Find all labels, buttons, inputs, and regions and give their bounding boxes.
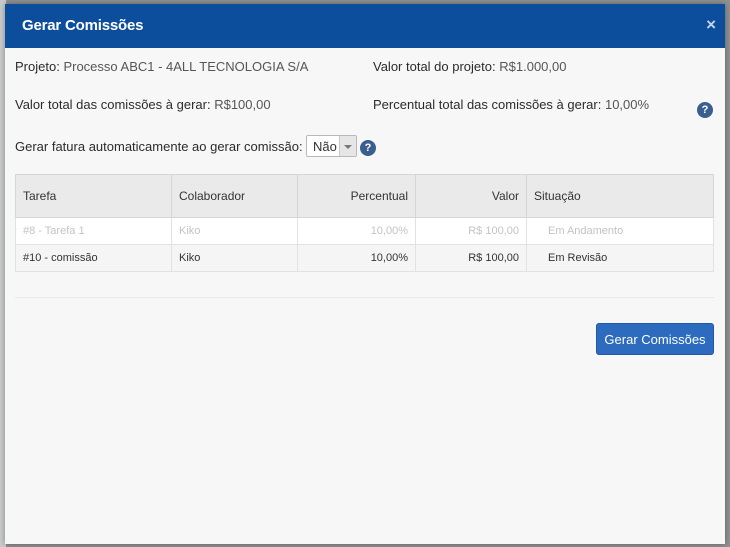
fatura-label: Gerar fatura automaticamente ao gerar co… <box>15 139 303 154</box>
projeto-info: Projeto: Processo ABC1 - 4ALL TECNOLOGIA… <box>15 59 308 74</box>
fatura-label-text: Gerar fatura automaticamente ao gerar co… <box>15 139 303 154</box>
cell-tarefa: #10 - comissão <box>15 244 172 272</box>
valor-comissoes-info: Valor total das comissões à gerar: R$100… <box>15 97 271 112</box>
valor-total-info: Valor total do projeto: R$1.000,00 <box>373 59 566 74</box>
percentual-value: 10,00% <box>604 97 650 112</box>
cell-valor: R$ 100,00 <box>415 217 527 245</box>
gerar-comissoes-button[interactable]: Gerar Comissões <box>596 323 714 355</box>
table-row: #8 - Tarefa 1 Kiko 10,00% R$ 100,00 Em A… <box>15 217 714 245</box>
valor-total-label: Valor total do projeto: <box>373 59 496 74</box>
fatura-select[interactable]: Não <box>306 135 357 157</box>
projeto-value: Processo ABC1 - 4ALL TECNOLOGIA S/A <box>63 59 309 74</box>
cell-situacao: Em Revisão <box>526 244 714 272</box>
gerar-comissoes-modal: Gerar Comissões × Projeto: Processo ABC1… <box>5 4 725 544</box>
close-icon[interactable]: × <box>706 16 716 34</box>
column-header-situacao[interactable]: Situação <box>526 174 714 218</box>
column-header-tarefa[interactable]: Tarefa <box>15 174 172 218</box>
column-header-colaborador[interactable]: Colaborador <box>171 174 298 218</box>
help-icon[interactable]: ? <box>360 140 376 156</box>
valor-comissoes-value: R$100,00 <box>214 97 271 112</box>
cell-valor: R$ 100,00 <box>415 244 527 272</box>
column-header-valor[interactable]: Valor <box>415 174 527 218</box>
cell-situacao: Em Andamento <box>526 217 714 245</box>
percentual-info: Percentual total das comissões à gerar: … <box>373 97 649 112</box>
table-row[interactable]: #10 - comissão Kiko 10,00% R$ 100,00 Em … <box>15 244 714 272</box>
cell-colaborador: Kiko <box>171 217 298 245</box>
modal-header: Gerar Comissões × <box>5 4 725 48</box>
chevron-down-icon[interactable] <box>339 136 356 156</box>
comissoes-table: Tarefa Colaborador Percentual Valor Situ… <box>15 174 714 272</box>
cell-percentual: 10,00% <box>297 217 416 245</box>
column-header-percentual[interactable]: Percentual <box>297 174 416 218</box>
cell-percentual: 10,00% <box>297 244 416 272</box>
divider <box>15 297 714 298</box>
modal-title: Gerar Comissões <box>22 17 144 34</box>
projeto-label: Projeto: <box>15 59 60 74</box>
valor-comissoes-label: Valor total das comissões à gerar: <box>15 97 211 112</box>
cell-tarefa: #8 - Tarefa 1 <box>15 217 172 245</box>
cell-colaborador: Kiko <box>171 244 298 272</box>
fatura-select-value: Não <box>313 139 337 154</box>
valor-total-value: R$1.000,00 <box>499 59 567 74</box>
help-icon[interactable]: ? <box>697 102 713 118</box>
percentual-label: Percentual total das comissões à gerar: <box>373 97 602 112</box>
table-header-row: Tarefa Colaborador Percentual Valor Situ… <box>15 174 714 218</box>
